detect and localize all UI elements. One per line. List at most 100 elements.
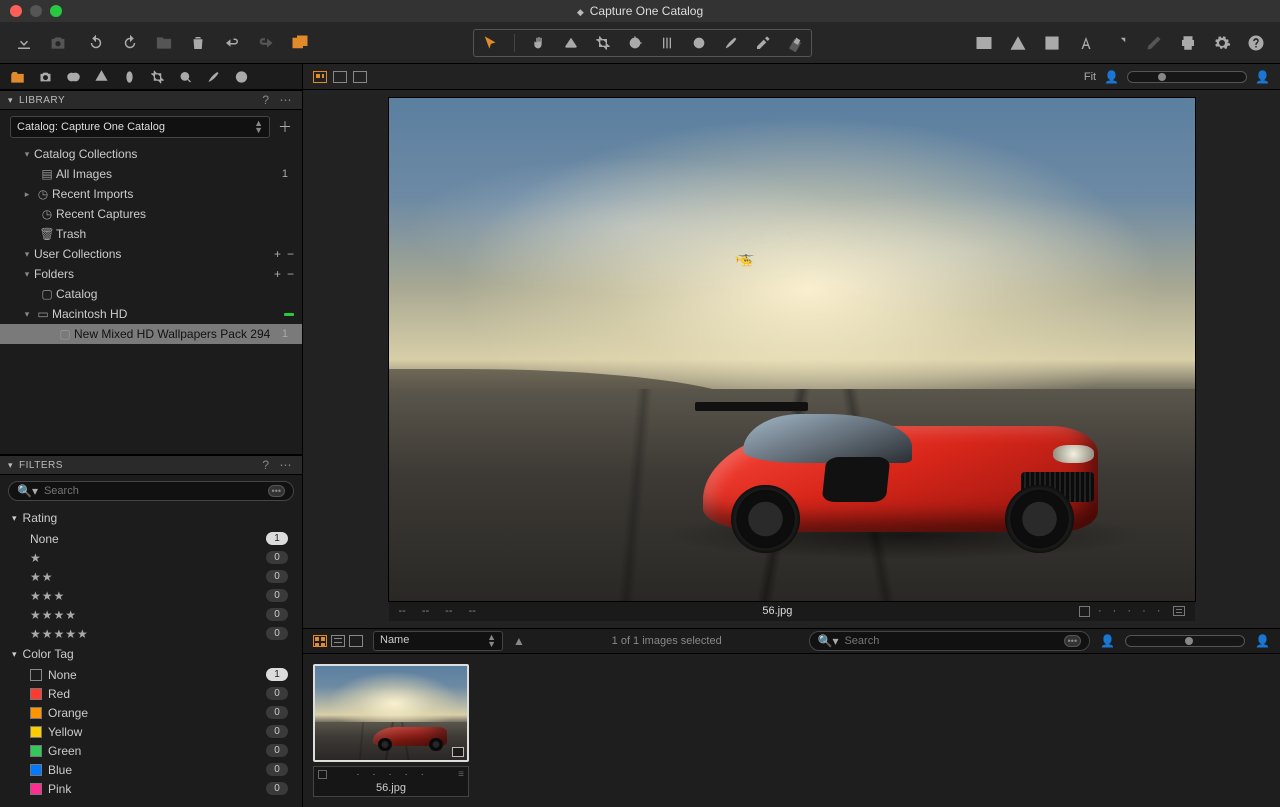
crop-tab-icon[interactable]	[150, 69, 165, 84]
more-icon[interactable]: ⋯	[278, 458, 295, 472]
viewer-canvas[interactable]: 🚁 -- -- -- --	[303, 90, 1280, 628]
split-view-icon[interactable]	[353, 71, 367, 83]
colortag-box[interactable]	[1079, 606, 1090, 617]
browser-search[interactable]: 🔍▾ •••	[809, 631, 1091, 651]
colortag-orange[interactable]: Orange0	[0, 703, 302, 722]
color-tab-icon[interactable]	[94, 69, 109, 84]
person-icon[interactable]: 👤	[1104, 70, 1119, 84]
macintosh-hd-row[interactable]: ▾ ▭ Macintosh HD	[0, 304, 302, 324]
selected-folder-row[interactable]: ▢ New Mixed HD Wallpapers Pack 294 1	[0, 324, 302, 344]
loupe-tool-icon[interactable]	[563, 35, 579, 51]
capture-tab-icon[interactable]	[38, 69, 53, 84]
print-icon[interactable]	[1178, 33, 1198, 53]
remove-icon[interactable]: −	[287, 267, 294, 281]
browser-list-icon[interactable]	[331, 635, 345, 647]
grid-icon[interactable]	[1042, 33, 1062, 53]
brush-tool-icon[interactable]	[723, 35, 739, 51]
library-section-header[interactable]: ▾ LIBRARY ? ⋯	[0, 90, 302, 110]
crop-tool-icon[interactable]	[595, 35, 611, 51]
windows-icon[interactable]	[290, 33, 310, 53]
alert-icon[interactable]	[1008, 33, 1028, 53]
person-icon[interactable]: 👤	[1100, 634, 1115, 648]
rating-dots[interactable]: · · · · ·	[333, 769, 452, 780]
rating-5[interactable]: ★★★★★0	[0, 624, 302, 643]
recent-imports-row[interactable]: ▸ ◷ Recent Imports	[0, 184, 302, 204]
hand-tool-icon[interactable]	[531, 35, 547, 51]
adjust-tab-icon[interactable]	[206, 69, 221, 84]
eraser-tool-icon[interactable]	[787, 35, 803, 51]
remove-icon[interactable]: −	[287, 247, 294, 261]
colortag-none[interactable]: None1	[0, 665, 302, 684]
thumbnail[interactable]: · · · · · ≡ 56.jpg	[313, 664, 469, 797]
search-options-icon[interactable]: •••	[268, 485, 285, 497]
sort-selector[interactable]: Name ▲▼	[373, 631, 503, 651]
annotations-icon[interactable]	[1076, 33, 1096, 53]
maximize-window[interactable]	[50, 5, 62, 17]
grid-view-icon[interactable]	[313, 71, 327, 83]
redo-icon[interactable]	[120, 33, 140, 53]
exposure-warning-icon[interactable]	[974, 33, 994, 53]
search-input[interactable]	[44, 485, 262, 497]
rating-1[interactable]: ★0	[0, 548, 302, 567]
browser-search-input[interactable]	[844, 635, 1057, 647]
user-collections-row[interactable]: ▾ User Collections +−	[0, 244, 302, 264]
add-icon[interactable]: +	[274, 247, 281, 261]
folders-row[interactable]: ▾ Folders +−	[0, 264, 302, 284]
catalog-selector[interactable]: Catalog: Capture One Catalog ▲▼	[10, 116, 270, 138]
import-icon[interactable]	[14, 33, 34, 53]
trash-icon[interactable]	[188, 33, 208, 53]
filters-section-header[interactable]: ▾ FILTERS ? ⋯	[0, 455, 302, 475]
pointer-tool-icon[interactable]	[482, 35, 498, 51]
details-tab-icon[interactable]	[178, 69, 193, 84]
info-menu-icon[interactable]	[1173, 606, 1185, 616]
help-small-icon[interactable]: ?	[260, 93, 271, 107]
all-images-row[interactable]: ▤ All Images 1	[0, 164, 302, 184]
rotate-tool-icon[interactable]	[627, 35, 643, 51]
library-tab-icon[interactable]	[10, 69, 25, 84]
export-icon[interactable]	[1110, 33, 1130, 53]
colortag-green[interactable]: Green0	[0, 741, 302, 760]
rating-group[interactable]: ▾Rating	[0, 507, 302, 529]
minimize-window[interactable]	[30, 5, 42, 17]
edit-icon[interactable]	[1144, 33, 1164, 53]
single-view-icon[interactable]	[333, 71, 347, 83]
help-small-icon[interactable]: ?	[260, 458, 271, 472]
add-catalog-button[interactable]: ＋	[278, 117, 292, 137]
exposure-tab-icon[interactable]	[122, 69, 137, 84]
browser-grid-icon[interactable]	[313, 635, 327, 647]
undo-icon[interactable]	[86, 33, 106, 53]
rating-3[interactable]: ★★★0	[0, 586, 302, 605]
picker-tool-icon[interactable]	[755, 35, 771, 51]
search-options-icon[interactable]: •••	[1064, 635, 1081, 647]
rating-none[interactable]: None1	[0, 529, 302, 548]
fit-label[interactable]: Fit	[1084, 71, 1096, 83]
settings-icon[interactable]	[1212, 33, 1232, 53]
browser-filmstrip-icon[interactable]	[349, 635, 363, 647]
catalog-collections-row[interactable]: ▾ Catalog Collections	[0, 144, 302, 164]
trash-row[interactable]: 🗑 Trash	[0, 224, 302, 244]
filters-search[interactable]: 🔍▾ •••	[8, 481, 294, 501]
thumb-size-slider[interactable]	[1125, 635, 1245, 647]
rating-4[interactable]: ★★★★0	[0, 605, 302, 624]
close-window[interactable]	[10, 5, 22, 17]
colortag-blue[interactable]: Blue0	[0, 760, 302, 779]
redo-arrow-icon[interactable]	[256, 33, 276, 53]
colortag-box[interactable]	[318, 770, 327, 779]
capture-icon[interactable]	[48, 33, 68, 53]
rating-dots[interactable]: · · · · ·	[1098, 605, 1165, 617]
recent-captures-row[interactable]: ◷ Recent Captures	[0, 204, 302, 224]
catalog-folder-row[interactable]: ▢ Catalog	[0, 284, 302, 304]
undo-arrow-icon[interactable]	[222, 33, 242, 53]
info-menu-icon[interactable]: ≡	[458, 769, 464, 780]
colortag-group[interactable]: ▾Color Tag	[0, 643, 302, 665]
person-icon[interactable]: 👤	[1255, 70, 1270, 84]
person-icon[interactable]: 👤	[1255, 634, 1270, 648]
sort-direction-icon[interactable]: ▲	[513, 634, 525, 648]
zoom-slider[interactable]	[1127, 71, 1247, 83]
metadata-tab-icon[interactable]	[234, 69, 249, 84]
lens-tab-icon[interactable]	[66, 69, 81, 84]
colortag-pink[interactable]: Pink0	[0, 779, 302, 798]
keystone-tool-icon[interactable]	[659, 35, 675, 51]
folder-icon[interactable]	[154, 33, 174, 53]
rating-2[interactable]: ★★0	[0, 567, 302, 586]
